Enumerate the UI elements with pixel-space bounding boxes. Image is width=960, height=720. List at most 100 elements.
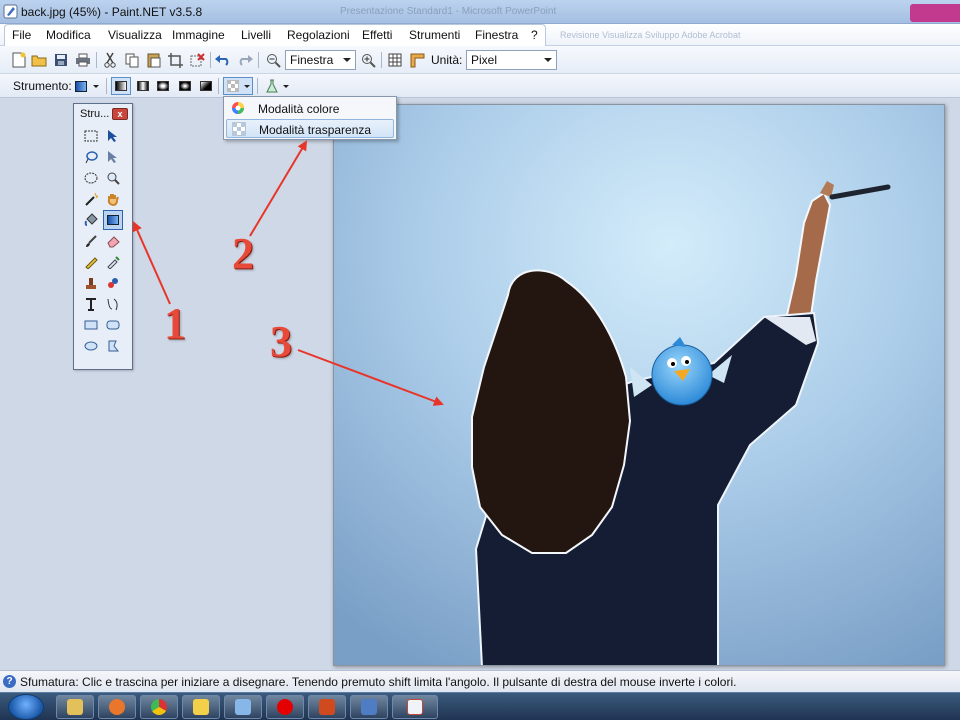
taskbar-document-icon[interactable] <box>350 695 388 719</box>
conical-gradient-icon <box>200 81 212 91</box>
image-canvas[interactable] <box>333 104 945 666</box>
chevron-down-icon <box>243 84 250 88</box>
rectangle-shape-icon[interactable] <box>81 315 101 335</box>
menu-livelli[interactable]: Livelli <box>241 28 271 42</box>
crop-icon[interactable] <box>166 51 184 69</box>
menu-help[interactable]: ? <box>531 28 538 42</box>
color-wheel-icon <box>232 102 244 114</box>
menu-item-color-mode[interactable]: Modalità colore <box>226 99 394 118</box>
chevron-down-icon <box>282 84 289 88</box>
menu-item-label: Modalità colore <box>258 102 340 116</box>
taskbar-app-icon[interactable] <box>224 695 262 719</box>
menu-immagine[interactable]: Immagine <box>172 28 225 42</box>
close-icon[interactable]: x <box>112 108 128 120</box>
toolbar-separator <box>210 52 211 68</box>
status-bar: ? Sfumatura: Clic e trascina per iniziar… <box>0 670 960 692</box>
toolbar-separator <box>106 78 107 94</box>
rulers-icon[interactable] <box>408 51 426 69</box>
menu-item-transparency-mode[interactable]: Modalità trasparenza <box>226 119 394 138</box>
menu-file[interactable]: File <box>12 28 31 42</box>
tools-window[interactable]: Stru... x <box>73 103 133 370</box>
help-icon: ? <box>3 675 16 688</box>
conical-gradient-button[interactable] <box>196 77 216 95</box>
annotation-number-2: 2 <box>232 229 254 278</box>
chevron-down-icon <box>93 84 99 88</box>
text-tool-icon[interactable] <box>81 294 101 314</box>
taskbar-media-player-icon[interactable] <box>98 695 136 719</box>
menu-visualizza[interactable]: Visualizza <box>108 28 162 42</box>
ellipse-shape-icon[interactable] <box>81 336 101 356</box>
move-selection-icon[interactable] <box>103 126 123 146</box>
paint-bucket-icon[interactable] <box>81 210 101 230</box>
radial-gradient-icon <box>179 81 191 91</box>
paintnet-app-icon <box>3 4 18 19</box>
units-combo[interactable]: Pixel <box>466 50 557 70</box>
main-toolbar: Finestra Unità: Pixel <box>0 46 960 74</box>
status-text: Sfumatura: Clic e trascina per iniziare … <box>20 675 737 689</box>
menu-strumenti[interactable]: Strumenti <box>409 28 460 42</box>
pencil-icon[interactable] <box>81 252 101 272</box>
freeform-shape-icon[interactable] <box>103 336 123 356</box>
taskbar-vodafone-icon[interactable] <box>266 695 304 719</box>
open-folder-icon[interactable] <box>30 51 48 69</box>
grid-icon[interactable] <box>386 51 404 69</box>
move-selected-icon[interactable] <box>103 147 123 167</box>
ellipse-select-icon[interactable] <box>81 168 101 188</box>
zoom-tool-icon[interactable] <box>103 168 123 188</box>
copy-icon[interactable] <box>123 51 141 69</box>
paintbrush-icon[interactable] <box>81 231 101 251</box>
background-ribbon-tabs: Revisione Visualizza Sviluppo Adobe Acro… <box>560 30 741 40</box>
antialias-button[interactable] <box>262 77 292 95</box>
start-button-icon[interactable] <box>8 694 44 720</box>
line-curve-icon[interactable] <box>103 294 123 314</box>
radial-gradient-button[interactable] <box>175 77 195 95</box>
rectangle-select-icon[interactable] <box>81 126 101 146</box>
menu-effetti[interactable]: Effetti <box>362 28 392 42</box>
magic-wand-icon[interactable] <box>81 189 101 209</box>
menu-bar: File Modifica Visualizza Immagine Livell… <box>0 24 960 46</box>
gradient-mode-button[interactable] <box>223 77 253 95</box>
zoom-combo[interactable]: Finestra <box>285 50 356 70</box>
new-file-icon[interactable] <box>10 51 28 69</box>
window-title: back.jpg (45%) - Paint.NET v3.5.8 <box>21 5 203 19</box>
background-window-title: Presentazione Standard1 - Microsoft Powe… <box>340 6 557 17</box>
cut-icon[interactable] <box>101 51 119 69</box>
reflected-gradient-button[interactable] <box>133 77 153 95</box>
taskbar-explorer-icon[interactable] <box>56 695 94 719</box>
zoom-in-icon[interactable] <box>359 51 377 69</box>
print-icon[interactable] <box>74 51 92 69</box>
annotation-number-3: 3 <box>270 317 292 366</box>
menu-item-label: Modalità trasparenza <box>259 123 372 137</box>
clone-stamp-icon[interactable] <box>81 273 101 293</box>
annotation-number-1: 1 <box>164 299 186 348</box>
gradient-tool-icon[interactable] <box>103 210 123 230</box>
checkerboard-icon <box>232 122 246 136</box>
rounded-rectangle-shape-icon[interactable] <box>103 315 123 335</box>
menu-finestra[interactable]: Finestra <box>475 28 518 42</box>
menu-regolazioni[interactable]: Regolazioni <box>287 28 350 42</box>
units-label: Unità: <box>431 53 463 67</box>
recolor-icon[interactable] <box>103 273 123 293</box>
undo-icon[interactable] <box>214 51 232 69</box>
gradient-mode-dropdown: Modalità colore Modalità trasparenza <box>223 96 397 140</box>
linear-gradient-button[interactable] <box>111 77 131 95</box>
toolbar-separator <box>258 52 259 68</box>
zoom-combo-value: Finestra <box>290 53 334 67</box>
tool-picker[interactable] <box>72 77 102 95</box>
menu-modifica[interactable]: Modifica <box>46 28 91 42</box>
paste-icon[interactable] <box>145 51 163 69</box>
pan-hand-icon[interactable] <box>103 189 123 209</box>
taskbar-mail-icon[interactable] <box>182 695 220 719</box>
lasso-select-icon[interactable] <box>81 147 101 167</box>
toolbar-separator <box>96 52 97 68</box>
redo-icon[interactable] <box>236 51 254 69</box>
deselect-icon[interactable] <box>188 51 206 69</box>
color-picker-icon[interactable] <box>103 252 123 272</box>
save-icon[interactable] <box>52 51 70 69</box>
diamond-gradient-button[interactable] <box>153 77 173 95</box>
zoom-out-icon[interactable] <box>264 51 282 69</box>
eraser-icon[interactable] <box>103 231 123 251</box>
taskbar-chrome-icon[interactable] <box>140 695 178 719</box>
taskbar-powerpoint-icon[interactable] <box>308 695 346 719</box>
taskbar-paintnet-icon[interactable] <box>392 695 438 719</box>
